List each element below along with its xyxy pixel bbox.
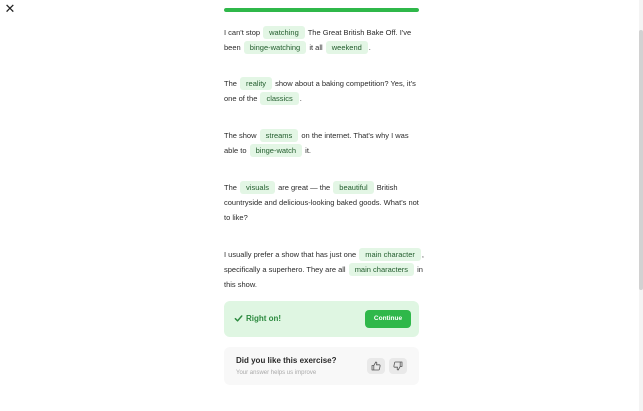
paragraph-text: I usually prefer a show that has just on… [224, 250, 357, 259]
exercise-paragraph-5: I usually prefer a show that has just on… [224, 247, 424, 293]
answer-chip[interactable]: binge-watch [249, 144, 303, 158]
thumbs-up-icon [371, 361, 381, 371]
rating-subtitle: Your answer helps us improve [236, 370, 317, 376]
like-button[interactable] [367, 358, 385, 374]
answer-chip[interactable]: main characters [348, 263, 415, 277]
paragraph-text: are great — the [278, 183, 331, 192]
scrollbar[interactable] [639, 0, 643, 411]
answer-chip[interactable]: visuals [240, 181, 275, 194]
answer-chip[interactable]: weekend [325, 41, 368, 55]
thumbs-down-icon [393, 361, 403, 371]
answer-chip[interactable]: reality [240, 77, 273, 90]
feedback-banner: Right on! Continue [224, 301, 419, 337]
paragraph-text: it all [309, 43, 323, 53]
progress-fill [224, 8, 419, 12]
paragraph-text: it. [305, 146, 312, 156]
continue-button[interactable]: Continue [365, 310, 411, 328]
paragraph-text: . [368, 43, 371, 53]
paragraph-text: The show [224, 131, 257, 140]
paragraph-text: The Great British Bake Off. [307, 28, 398, 37]
paragraph-text: The [224, 79, 237, 88]
dislike-button[interactable] [389, 358, 407, 374]
paragraph-text: . [299, 94, 302, 104]
scrollbar-thumb[interactable] [639, 30, 643, 290]
answer-chip[interactable]: main character [359, 248, 421, 261]
paragraph-text: I can't stop [224, 28, 261, 37]
exercise-paragraph-1: I can't stop watching The Great British … [224, 25, 424, 55]
answer-chip[interactable]: watching [263, 26, 305, 39]
check-icon [234, 315, 243, 322]
progress-bar [224, 8, 419, 12]
answer-chip[interactable]: classics [260, 92, 299, 106]
answer-chip[interactable]: binge-watching [243, 41, 307, 55]
feedback-message: Right on! [246, 314, 282, 323]
answer-chip[interactable]: beautiful [333, 181, 374, 194]
paragraph-text: The [224, 183, 237, 192]
exercise-paragraph-3: The show streams on the internet. That's… [224, 128, 424, 158]
answer-chip[interactable]: streams [259, 129, 299, 142]
exercise-paragraph-4: The visuals are great — the beautiful Br… [224, 180, 424, 226]
close-button[interactable]: ✕ [4, 2, 16, 15]
rating-title: Did you like this exercise? [236, 356, 337, 365]
exercise-paragraph-2: The reality show about a baking competit… [224, 76, 424, 106]
rating-panel: Did you like this exercise? Your answer … [224, 347, 419, 385]
